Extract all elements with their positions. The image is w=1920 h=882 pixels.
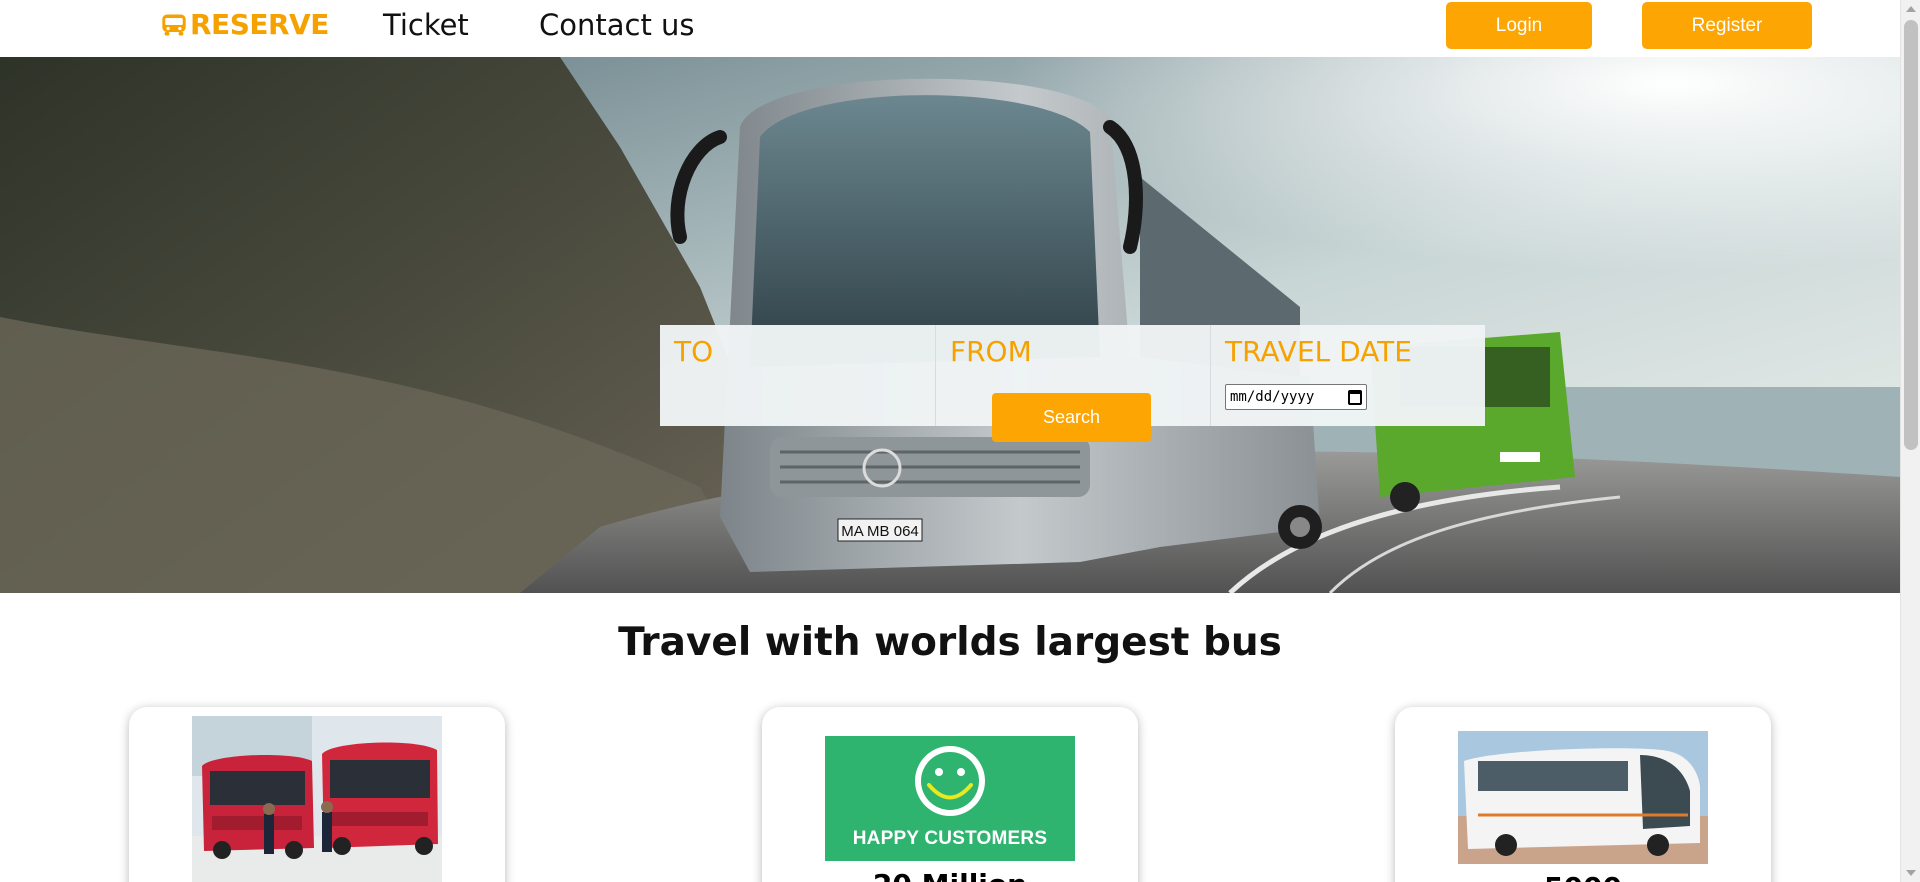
- feature-card: HAPPY CUSTOMERS 20 Million: [762, 707, 1138, 882]
- nav-contact-link[interactable]: Contact us: [539, 8, 695, 42]
- travel-date-input[interactable]: mm/dd/yyyy: [1225, 384, 1367, 410]
- scroll-up-icon[interactable]: [1906, 6, 1916, 12]
- svg-text:MA MB 064: MA MB 064: [841, 523, 919, 540]
- vertical-scrollbar[interactable]: [1900, 0, 1920, 882]
- hero-banner: MA MB 064 TO FROM TRAVEL DATE mm/dd/yyyy: [0, 57, 1900, 593]
- calendar-icon[interactable]: [1348, 389, 1362, 405]
- to-label: TO: [674, 335, 714, 368]
- brand-name: RESERVE: [190, 8, 329, 41]
- feature-card: 5000: [1395, 707, 1771, 882]
- red-buses-photo: [192, 716, 442, 882]
- register-button[interactable]: Register: [1642, 2, 1812, 49]
- travel-date-field[interactable]: TRAVEL DATE mm/dd/yyyy: [1210, 325, 1485, 426]
- happy-customers-logo: HAPPY CUSTOMERS: [825, 736, 1075, 861]
- card-caption: 5000: [1395, 871, 1771, 882]
- card-caption: 20 Million: [762, 868, 1138, 882]
- from-label: FROM: [950, 335, 1032, 368]
- login-button[interactable]: Login: [1446, 2, 1592, 49]
- scroll-thumb[interactable]: [1904, 20, 1918, 450]
- to-input[interactable]: [674, 386, 914, 414]
- feature-card: [129, 707, 505, 882]
- top-navbar: RESERVE Ticket Contact us Login Register: [0, 0, 1900, 57]
- happy-customers-text: HAPPY CUSTOMERS: [852, 828, 1048, 849]
- nav-ticket-link[interactable]: Ticket: [383, 8, 469, 42]
- search-button[interactable]: Search: [992, 393, 1151, 442]
- date-placeholder: mm/dd/yyyy: [1230, 389, 1315, 405]
- brand-logo[interactable]: RESERVE: [160, 8, 329, 41]
- page: RESERVE Ticket Contact us Login Register: [0, 0, 1900, 882]
- scroll-down-icon[interactable]: [1906, 870, 1916, 876]
- white-coach-photo: [1458, 731, 1708, 864]
- section-title: Travel with worlds largest bus: [618, 620, 1282, 665]
- bus-icon: [162, 14, 186, 35]
- to-field[interactable]: TO: [660, 325, 935, 426]
- travel-date-label: TRAVEL DATE: [1225, 335, 1412, 368]
